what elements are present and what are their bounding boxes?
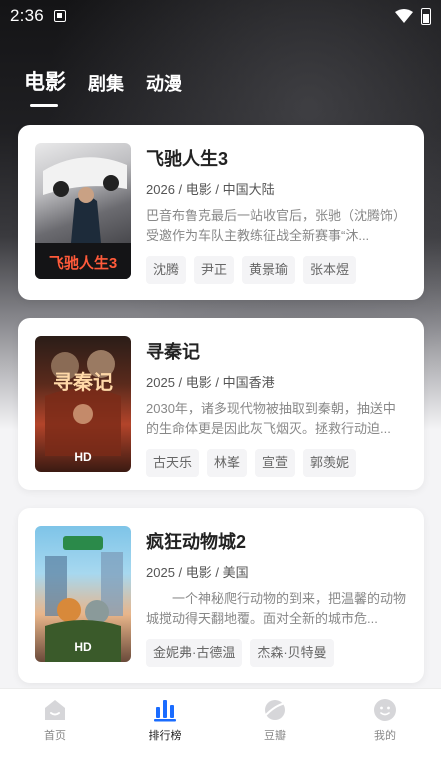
movie-card[interactable]: HD 疯狂动物城2 2025 / 电影 / 美国 一个神秘爬行动物的到来，把温馨… — [18, 508, 424, 683]
notification-icon — [53, 10, 66, 22]
movie-description: 2030年，诸多现代物被抽取到秦朝，抽送中的生命体更是因此灰飞烟灭。拯救行动迫.… — [146, 401, 396, 436]
actor-tag[interactable]: 郭羡妮 — [303, 449, 357, 477]
status-time: 2:36 — [10, 6, 44, 25]
nav-label: 排行榜 — [148, 730, 182, 742]
tab-movies[interactable]: 电影 — [24, 66, 66, 96]
nav-label: 豆瓣 — [264, 730, 286, 742]
actor-tag[interactable]: 宣萱 — [255, 449, 296, 477]
movie-description: 一个神秘爬行动物的到来，把温馨的动物城搅动得天翻地覆。面对全新的城市危... — [146, 591, 407, 626]
movie-poster[interactable]: HD — [35, 526, 131, 662]
hd-badge: HD — [74, 640, 92, 654]
planet-icon — [263, 700, 287, 720]
active-tab-indicator — [30, 104, 58, 107]
nav-ranking[interactable]: 排行榜 — [135, 697, 195, 743]
movie-poster[interactable]: 寻秦记 HD — [35, 336, 131, 472]
actor-tag[interactable]: 古天乐 — [146, 449, 200, 477]
wifi-icon — [395, 9, 413, 23]
movie-description: 巴音布鲁克最后一站收官后，张驰（沈腾饰）受邀作为车队主教练征战全新赛事“沐... — [146, 208, 407, 243]
nav-douban[interactable]: 豆瓣 — [245, 697, 305, 743]
status-bar: 2:36 — [0, 0, 441, 32]
tab-series[interactable]: 剧集 — [88, 70, 124, 96]
nav-label: 我的 — [374, 730, 396, 742]
battery-icon — [421, 7, 431, 25]
actor-tag[interactable]: 黄景瑜 — [242, 256, 296, 284]
movie-title[interactable]: 寻秦记 — [146, 338, 200, 364]
tab-anime[interactable]: 动漫 — [146, 70, 182, 96]
poster-title-art: 飞驰人生3 — [48, 255, 118, 272]
actor-tag[interactable]: 尹正 — [194, 256, 235, 284]
movie-meta: 2025 / 电影 / 中国香港 — [146, 375, 275, 390]
home-icon — [45, 700, 65, 720]
actor-tag[interactable]: 沈腾 — [146, 256, 187, 284]
actor-tag[interactable]: 林峯 — [207, 449, 248, 477]
movie-meta: 2026 / 电影 / 中国大陆 — [146, 182, 275, 197]
movie-title[interactable]: 疯狂动物城2 — [146, 528, 246, 554]
movie-title[interactable]: 飞驰人生3 — [146, 145, 228, 171]
nav-profile[interactable]: 我的 — [355, 697, 415, 743]
actor-tag[interactable]: 张本煜 — [303, 256, 357, 284]
movie-card[interactable]: 飞驰人生3 飞驰人生3 2026 / 电影 / 中国大陆 巴音布鲁克最后一站收官… — [18, 125, 424, 300]
movie-card[interactable]: 寻秦记 HD 寻秦记 2025 / 电影 / 中国香港 2030年，诸多现代物被… — [18, 318, 424, 490]
actor-tags: 古天乐 林峯 宣萱 郭羡妮 — [146, 449, 357, 477]
actor-tags: 沈腾 尹正 黄景瑜 张本煜 — [146, 256, 357, 284]
nav-home[interactable]: 首页 — [25, 697, 85, 743]
nav-label: 首页 — [44, 730, 66, 742]
poster-title-art: 寻秦记 — [53, 372, 113, 394]
category-tabs: 电影 剧集 动漫 — [24, 66, 182, 96]
ranking-icon — [154, 700, 176, 722]
profile-icon — [374, 699, 396, 721]
hd-badge: HD — [74, 450, 92, 464]
actor-tag[interactable]: 杰森·贝特曼 — [250, 639, 334, 667]
movie-poster[interactable]: 飞驰人生3 — [35, 143, 131, 279]
bottom-nav: 首页 排行榜 豆瓣 我的 — [0, 688, 441, 784]
actor-tag[interactable]: 金妮弗·古德温 — [146, 639, 243, 667]
movie-meta: 2025 / 电影 / 美国 — [146, 565, 249, 580]
actor-tags: 金妮弗·古德温 杰森·贝特曼 — [146, 639, 334, 667]
